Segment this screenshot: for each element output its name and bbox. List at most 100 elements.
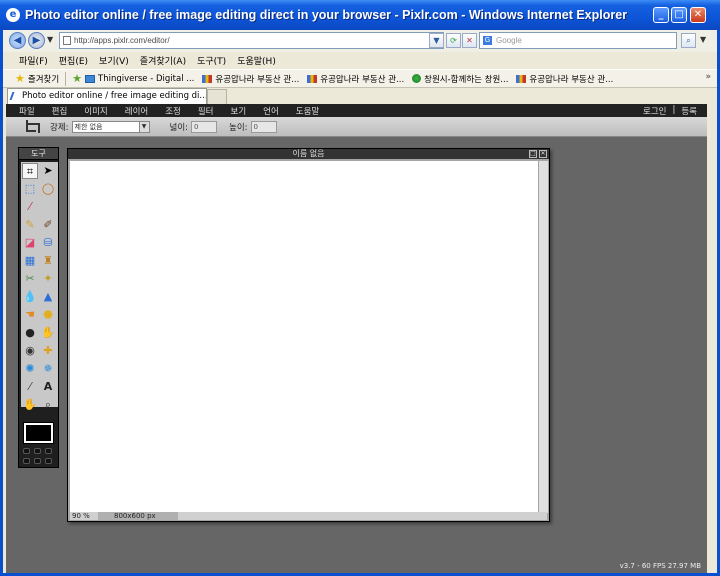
width-input[interactable]: 0 bbox=[191, 120, 218, 133]
eraser-tool-icon[interactable]: ◪ bbox=[22, 235, 38, 251]
color-option-button[interactable] bbox=[23, 457, 30, 464]
gradient-tool-icon[interactable]: ▦ bbox=[22, 253, 38, 269]
search-input[interactable]: G Google bbox=[479, 32, 677, 49]
favorite-label: 창원시-함께하는 창원... bbox=[424, 74, 509, 85]
history-dropdown-icon[interactable]: ▼ bbox=[47, 35, 53, 44]
crop-tool-icon[interactable]: ⌗ bbox=[22, 163, 38, 179]
address-bar[interactable]: http://apps.pixlr.com/editor/ bbox=[59, 32, 444, 49]
height-input[interactable]: 0 bbox=[250, 120, 277, 133]
register-link[interactable]: 등록 bbox=[681, 105, 697, 117]
menu-file[interactable]: 파일(F) bbox=[19, 54, 48, 67]
menu-view[interactable]: 보기(V) bbox=[99, 54, 129, 67]
maximize-button[interactable]: □ bbox=[671, 7, 687, 23]
color-option-button[interactable] bbox=[34, 448, 41, 454]
tool-grid: ⌗ ➤ ⬚ ◯ ⁄ ✎ ✐ ◪ ⛁ ▦ ♜ ✂ ✦ 💧 ▲ ☚ ⬣ ● ✋ ◉ … bbox=[21, 162, 58, 411]
pixlr-menu-file[interactable]: 파일 bbox=[19, 105, 35, 117]
hand-tool-icon[interactable]: ✋ bbox=[22, 397, 38, 413]
wand-tool-icon[interactable]: ⁄ bbox=[22, 199, 38, 215]
zoom-value: 90 bbox=[72, 512, 81, 520]
chevron-more-icon[interactable]: » bbox=[705, 72, 711, 82]
back-button[interactable]: ◀ bbox=[9, 32, 26, 49]
color-options-grid bbox=[23, 448, 55, 464]
favorite-link[interactable]: 유공압나라 부동산 관... bbox=[516, 73, 613, 85]
colorreplace-tool-icon[interactable]: ✂ bbox=[22, 271, 38, 287]
color-option-button[interactable] bbox=[23, 448, 30, 454]
sharpen-tool-icon[interactable]: ▲ bbox=[40, 289, 56, 305]
zoom-tool-icon[interactable]: ⌕ bbox=[40, 397, 56, 413]
drawing-tool-icon[interactable]: ✦ bbox=[40, 271, 56, 287]
close-button[interactable]: ✕ bbox=[690, 7, 706, 23]
zoom-level[interactable]: 90 % bbox=[70, 512, 98, 520]
document-title-bar[interactable]: 이름 없음 □ ✕ bbox=[68, 149, 549, 159]
constraint-select[interactable]: 제한 없음 ▼ bbox=[71, 120, 150, 133]
sponge-tool-icon[interactable]: ⬣ bbox=[40, 307, 56, 323]
browser-menubar: 파일(F) 편집(E) 보기(V) 즐겨찾기(A) 도구(T) 도움말(H) bbox=[3, 52, 717, 69]
menu-tools[interactable]: 도구(T) bbox=[197, 54, 226, 67]
image-canvas[interactable] bbox=[70, 161, 538, 513]
crop-icon bbox=[24, 119, 40, 134]
favorite-label: 유공압나라 부동산 관... bbox=[215, 74, 300, 85]
tab-pixlr[interactable]: Photo editor online / free image editing… bbox=[7, 88, 207, 104]
pixlr-menu-edit[interactable]: 편집 bbox=[52, 105, 68, 117]
pixlr-menu-view[interactable]: 보기 bbox=[231, 105, 247, 117]
smudge-tool-icon[interactable]: ☚ bbox=[22, 307, 38, 323]
pixlr-menu-language[interactable]: 언어 bbox=[263, 105, 279, 117]
favorites-star-icon[interactable]: ★ bbox=[15, 72, 25, 85]
pixlr-menu-layer[interactable]: 레이어 bbox=[125, 105, 148, 117]
blur-tool-icon[interactable]: 💧 bbox=[22, 289, 38, 305]
menu-help[interactable]: 도움말(H) bbox=[237, 54, 276, 67]
search-options-icon[interactable]: ▼ bbox=[700, 35, 706, 44]
burn-tool-icon[interactable]: ● bbox=[22, 325, 38, 341]
color-option-button[interactable] bbox=[34, 457, 41, 464]
pixlr-menu-image[interactable]: 이미지 bbox=[84, 105, 107, 117]
brush-tool-icon[interactable]: ✐ bbox=[40, 217, 56, 233]
lasso-tool-icon[interactable]: ◯ bbox=[40, 181, 56, 197]
toolbox-panel: 도구 ⌗ ➤ ⬚ ◯ ⁄ ✎ ✐ ◪ ⛁ ▦ ♜ ✂ ✦ 💧 ▲ ☚ ⬣ ● ✋… bbox=[18, 147, 59, 468]
login-link[interactable]: 로그인 bbox=[643, 105, 666, 117]
spot-heal-tool-icon[interactable]: ✚ bbox=[40, 343, 56, 359]
constraint-label: 강제: bbox=[50, 122, 69, 133]
favorite-label: 유공압나라 부동산 관... bbox=[320, 74, 405, 85]
stop-icon[interactable]: ✕ bbox=[462, 33, 477, 48]
forward-button[interactable]: ▶ bbox=[28, 32, 45, 49]
marquee-tool-icon[interactable]: ⬚ bbox=[22, 181, 38, 197]
bucket-tool-icon[interactable]: ⛁ bbox=[40, 235, 56, 251]
colorpicker-tool-icon[interactable]: ⁄ bbox=[22, 379, 38, 395]
dodge-tool-icon[interactable]: ✋ bbox=[40, 325, 56, 341]
favorites-button[interactable]: 즐겨찾기 bbox=[28, 73, 59, 85]
new-tab-button[interactable] bbox=[207, 89, 227, 104]
document-close-icon[interactable]: ✕ bbox=[539, 150, 547, 158]
document-maximize-icon[interactable]: □ bbox=[529, 150, 537, 158]
pixlr-menu-adjust[interactable]: 조정 bbox=[165, 105, 181, 117]
redeye-tool-icon[interactable]: ◉ bbox=[22, 343, 38, 359]
bloat-tool-icon[interactable]: ✺ bbox=[22, 361, 38, 377]
pencil-tool-icon[interactable]: ✎ bbox=[22, 217, 38, 233]
move-tool-icon[interactable]: ➤ bbox=[40, 163, 56, 179]
color-option-button[interactable] bbox=[45, 448, 52, 454]
type-tool-icon[interactable]: A bbox=[40, 379, 56, 395]
tool-options-bar: 강제: 제한 없음 ▼ 넓이: 0 높이: 0 bbox=[6, 117, 707, 137]
pinch-tool-icon[interactable]: ✵ bbox=[40, 361, 56, 377]
color-option-button[interactable] bbox=[45, 457, 52, 464]
add-favorite-icon[interactable]: ★ bbox=[72, 72, 82, 85]
search-icon[interactable]: ⌕ bbox=[681, 33, 696, 48]
title-bar[interactable]: e Photo editor online / free image editi… bbox=[0, 0, 720, 30]
foreground-color-swatch[interactable] bbox=[23, 422, 54, 444]
favorite-link[interactable]: 유공압나라 부동산 관... bbox=[307, 73, 404, 85]
favorite-link[interactable]: 유공압나라 부동산 관... bbox=[202, 73, 299, 85]
thingiverse-icon bbox=[85, 74, 96, 83]
vertical-scrollbar[interactable] bbox=[539, 161, 548, 513]
pixlr-menu-help[interactable]: 도움말 bbox=[296, 105, 319, 117]
stamp-tool-icon[interactable]: ♜ bbox=[40, 253, 56, 269]
toolbox-title[interactable]: 도구 bbox=[19, 148, 58, 160]
favorite-link[interactable]: Thingiverse - Digital ... bbox=[85, 74, 194, 84]
favorites-divider bbox=[65, 71, 67, 86]
menu-edit[interactable]: 편집(E) bbox=[59, 54, 88, 67]
refresh-icon[interactable]: ⟳ bbox=[446, 33, 461, 48]
favorite-link[interactable]: 창원시-함께하는 창원... bbox=[412, 73, 508, 85]
menu-favorites[interactable]: 즐겨찾기(A) bbox=[140, 54, 186, 67]
address-dropdown-icon[interactable]: ▼ bbox=[429, 33, 444, 48]
pixlr-menu-filter[interactable]: 필터 bbox=[198, 105, 214, 117]
minimize-button[interactable]: _ bbox=[653, 7, 669, 23]
address-row: ◀ ▶ ▼ http://apps.pixlr.com/editor/ ▼ ⟳ … bbox=[3, 30, 717, 52]
